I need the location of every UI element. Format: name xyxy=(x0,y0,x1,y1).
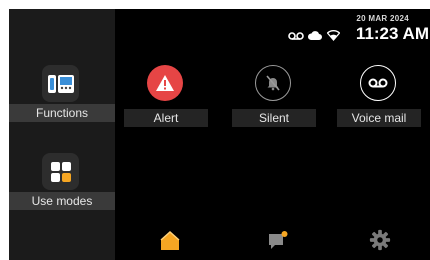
bell-muted-icon xyxy=(255,65,291,101)
silent-button[interactable]: Silent xyxy=(232,65,316,127)
voice-mail-label: Voice mail xyxy=(337,109,421,127)
cloud-icon xyxy=(307,28,323,46)
voicemail-icon xyxy=(288,28,304,46)
use-modes-tile[interactable]: Use modes xyxy=(9,149,115,210)
device-screen: Functions Use modes 20 MAR 2024 11:23 AM… xyxy=(9,9,430,260)
functions-label: Functions xyxy=(9,104,115,122)
messages-icon[interactable] xyxy=(266,229,290,253)
use-modes-label: Use modes xyxy=(9,192,115,210)
wifi-icon xyxy=(326,28,341,46)
settings-icon[interactable] xyxy=(369,229,393,253)
date-text: 20 MAR 2024 xyxy=(356,14,409,23)
time-text: 11:23 AM xyxy=(355,24,429,43)
status-icons xyxy=(288,28,341,46)
alert-triangle-icon xyxy=(147,65,183,101)
home-icon[interactable] xyxy=(158,229,182,253)
voice-mail-button[interactable]: Voice mail xyxy=(337,65,421,127)
status-bar: 20 MAR 2024 11:23 AM xyxy=(270,9,430,49)
sidebar: Functions Use modes xyxy=(9,9,115,260)
functions-tile[interactable]: Functions xyxy=(9,61,115,122)
intercom-phone-icon xyxy=(42,65,79,102)
silent-label: Silent xyxy=(232,109,316,127)
voicemail-icon xyxy=(360,65,396,101)
alert-button[interactable]: Alert xyxy=(124,65,208,127)
alert-label: Alert xyxy=(124,109,208,127)
use-modes-grid-icon xyxy=(42,153,79,190)
